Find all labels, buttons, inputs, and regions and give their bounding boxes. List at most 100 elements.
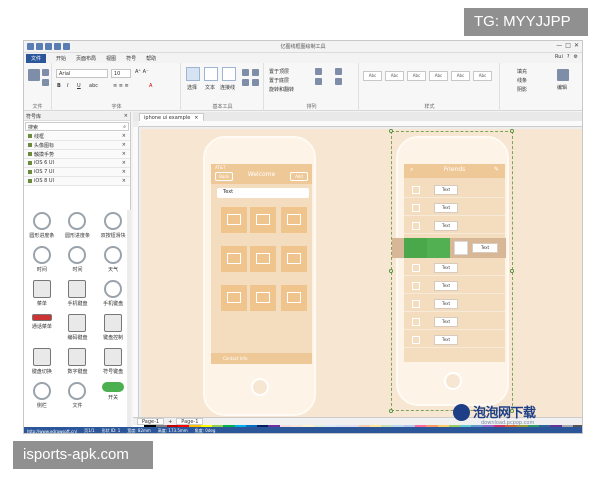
- library-item[interactable]: 线框 ×: [24, 132, 130, 141]
- bring-to-front-button[interactable]: 置于顶层: [269, 68, 289, 75]
- list-item[interactable]: Text: [404, 182, 505, 198]
- connector-tool-icon[interactable]: [222, 67, 236, 81]
- app-tile[interactable]: [250, 285, 276, 311]
- maximize-icon[interactable]: □: [565, 42, 571, 49]
- font-size-select[interactable]: 10: [111, 69, 131, 78]
- list-item[interactable]: Text: [404, 200, 505, 216]
- shape-item[interactable]: 通话菜单: [24, 314, 60, 348]
- app-tile[interactable]: [221, 207, 247, 233]
- resize-handle[interactable]: [389, 409, 393, 413]
- library-search-input[interactable]: 搜索 ⌕: [25, 122, 129, 131]
- app-tile[interactable]: [221, 246, 247, 272]
- style-preset-6[interactable]: Abc: [473, 71, 492, 81]
- edit-label[interactable]: 编辑: [557, 84, 567, 91]
- shape-item[interactable]: 双按钮滑块: [95, 212, 131, 246]
- shape-item[interactable]: 键盘切换: [24, 348, 60, 382]
- shape-item[interactable]: 时间: [24, 246, 60, 280]
- shape-tool-icon[interactable]: [242, 79, 249, 86]
- size-icon[interactable]: [335, 78, 342, 85]
- menu-home[interactable]: 开始: [56, 55, 66, 62]
- shape-item[interactable]: 手机键盘: [60, 280, 96, 314]
- close-icon[interactable]: ✕: [574, 42, 579, 49]
- search-icon[interactable]: ⌕: [410, 166, 413, 174]
- app-tile[interactable]: [221, 285, 247, 311]
- fill-button[interactable]: 填充: [517, 68, 527, 75]
- point-tool-icon[interactable]: [252, 79, 259, 86]
- menu-layout[interactable]: 页面布局: [76, 55, 96, 62]
- distribute-icon[interactable]: [335, 68, 342, 75]
- list-item[interactable]: Text: [404, 332, 505, 348]
- app-tile[interactable]: [250, 207, 276, 233]
- home-button[interactable]: [251, 378, 269, 396]
- shape-item[interactable]: 文件: [60, 382, 96, 416]
- list-item-highlighted[interactable]: Text: [392, 238, 506, 258]
- search-icon[interactable]: ⌕: [123, 124, 126, 130]
- app-tile[interactable]: [281, 285, 307, 311]
- page-tab[interactable]: Page-1: [137, 418, 165, 425]
- phone-call-icon[interactable]: [427, 238, 450, 258]
- help-icon[interactable]: ?: [567, 54, 570, 60]
- menu-symbols[interactable]: 符号: [126, 55, 136, 62]
- resize-handle[interactable]: [389, 129, 393, 133]
- align-icon[interactable]: ≡ ≡ ≡: [113, 83, 129, 89]
- library-item[interactable]: 头像图标 ×: [24, 141, 130, 150]
- shape-item[interactable]: 键盘控制: [95, 314, 131, 348]
- shape-item[interactable]: 菜单: [24, 280, 60, 314]
- library-close-icon[interactable]: ×: [122, 133, 126, 139]
- library-close-icon[interactable]: ×: [122, 142, 126, 148]
- tab-document[interactable]: iphone ui example ×: [139, 113, 204, 121]
- library-item[interactable]: 触摸手势 ×: [24, 150, 130, 159]
- shape-item[interactable]: 编码键盘: [60, 314, 96, 348]
- paste-icon[interactable]: [28, 69, 40, 81]
- phone-mockup-left[interactable]: AT&T Back Welcome Add Text Contact Info: [203, 136, 316, 416]
- menu-file[interactable]: 文件: [26, 53, 47, 63]
- text-tool-label[interactable]: 文本: [205, 84, 215, 91]
- tab-close-icon[interactable]: ×: [194, 115, 198, 121]
- style-preset-3[interactable]: Abc: [407, 71, 426, 81]
- phone-mockup-right[interactable]: Friends ⌕ ✎ Text Text Text Text Text Tex…: [392, 136, 509, 406]
- shape-item[interactable]: 时间: [60, 246, 96, 280]
- delete-icon[interactable]: [454, 241, 468, 255]
- library-close-icon[interactable]: ×: [122, 178, 126, 184]
- panel-close-icon[interactable]: ×: [124, 113, 128, 119]
- shape-item[interactable]: 圆形进度条: [60, 212, 96, 246]
- style-preset-4[interactable]: Abc: [429, 71, 448, 81]
- group-icon[interactable]: [315, 68, 322, 75]
- library-item[interactable]: iOS 7 UI ×: [24, 168, 130, 177]
- add-page-icon[interactable]: +: [168, 419, 172, 425]
- list-item[interactable]: Text: [404, 296, 505, 312]
- status-url[interactable]: http://www.edrawsoft.cn/: [27, 429, 77, 434]
- list-item[interactable]: Text: [404, 278, 505, 294]
- grow-font-icon[interactable]: A⁺ A⁻: [135, 69, 149, 75]
- line-button[interactable]: 线条: [517, 77, 527, 84]
- style-preset-1[interactable]: Abc: [363, 71, 382, 81]
- menu-view[interactable]: 视图: [106, 55, 116, 62]
- send-to-back-button[interactable]: 置于底层: [269, 77, 289, 84]
- select-tool-icon[interactable]: [186, 67, 200, 81]
- style-preset-5[interactable]: Abc: [451, 71, 470, 81]
- minimize-icon[interactable]: —: [556, 42, 562, 49]
- underline-icon[interactable]: U: [77, 83, 81, 89]
- canvas-page[interactable]: AT&T Back Welcome Add Text Contact Info …: [141, 129, 582, 417]
- library-close-icon[interactable]: ×: [122, 169, 126, 175]
- app-tile[interactable]: [250, 246, 276, 272]
- shape-item[interactable]: 开关: [95, 382, 131, 416]
- user-name[interactable]: Rui: [555, 54, 563, 60]
- resize-handle[interactable]: [389, 269, 393, 273]
- settings-icon[interactable]: ⚙: [574, 54, 578, 60]
- pen-tool-icon[interactable]: [252, 69, 259, 76]
- edit-icon[interactable]: [557, 69, 569, 81]
- shadow-button[interactable]: 阴影: [517, 86, 527, 93]
- list-item[interactable]: Text: [404, 314, 505, 330]
- bold-icon[interactable]: B: [57, 83, 61, 89]
- phone-search-field[interactable]: Text: [217, 188, 309, 198]
- text-tool-icon[interactable]: [204, 67, 218, 81]
- shape-item[interactable]: 侧栏: [24, 382, 60, 416]
- home-button[interactable]: [444, 372, 462, 390]
- rotate-flip-button[interactable]: 旋转和翻转: [269, 86, 294, 93]
- connector-tool-label[interactable]: 连接线: [220, 84, 235, 91]
- add-button[interactable]: Add: [290, 172, 308, 181]
- library-close-icon[interactable]: ×: [122, 151, 126, 157]
- mic-icon[interactable]: [404, 238, 427, 258]
- list-item[interactable]: Text: [404, 218, 505, 234]
